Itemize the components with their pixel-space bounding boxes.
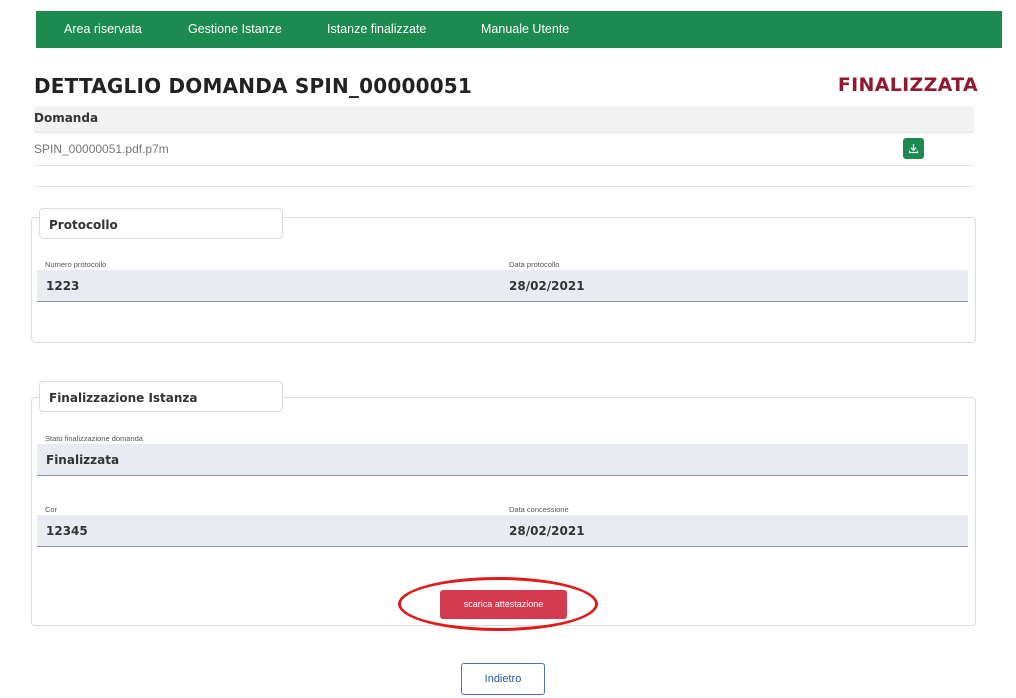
indietro-button[interactable]: Indietro (461, 663, 545, 695)
download-icon (908, 144, 919, 154)
stato-finalizzazione-value: Finalizzata (46, 453, 120, 467)
nav-item-manuale-utente[interactable]: Manuale Utente (481, 11, 569, 48)
section-divider (34, 186, 974, 187)
nav-item-istanze-finalizzate[interactable]: Istanze finalizzate (327, 11, 426, 48)
protocollo-legend: Protocollo (39, 208, 283, 239)
data-protocollo-value: 28/02/2021 (509, 279, 585, 293)
stato-finalizzazione-label: Stato finalizzazione domanda (45, 434, 143, 443)
nav-item-gestione-istanze[interactable]: Gestione Istanze (188, 11, 282, 48)
highlight-annotation-circle (398, 577, 598, 631)
status-badge: FINALIZZATA (837, 74, 978, 96)
cor-value: 12345 (46, 524, 88, 538)
page-title: DETTAGLIO DOMANDA SPIN_00000051 (34, 74, 473, 98)
data-concessione-value: 28/02/2021 (509, 524, 585, 538)
numero-protocollo-label: Numero protocollo (45, 260, 107, 269)
nav-item-area-riservata[interactable]: Area riservata (64, 11, 142, 48)
data-concessione-field[interactable]: 28/02/2021 (500, 515, 968, 547)
data-protocollo-label: Data protocollo (509, 260, 560, 269)
file-name: SPIN_00000051.pdf.p7m (34, 142, 169, 156)
stato-finalizzazione-field[interactable]: Finalizzata (37, 444, 968, 476)
cor-field[interactable]: 12345 (37, 515, 500, 547)
domanda-section-header: Domanda (34, 106, 974, 133)
protocollo-legend-label: Protocollo (49, 218, 118, 232)
numero-protocollo-field[interactable]: 1223 (37, 270, 500, 302)
domanda-file-row: SPIN_00000051.pdf.p7m (34, 133, 974, 166)
data-protocollo-field[interactable]: 28/02/2021 (500, 270, 968, 302)
domanda-header-label: Domanda (34, 111, 99, 125)
download-button[interactable] (903, 138, 924, 159)
finalizzazione-legend-label: Finalizzazione Istanza (49, 391, 198, 405)
numero-protocollo-value: 1223 (46, 279, 80, 293)
top-navigation-bar: Area riservata Gestione Istanze Istanze … (36, 11, 1002, 48)
finalizzazione-legend: Finalizzazione Istanza (39, 381, 283, 412)
cor-label: Cor (45, 505, 58, 514)
data-concessione-label: Data concessione (509, 505, 569, 514)
